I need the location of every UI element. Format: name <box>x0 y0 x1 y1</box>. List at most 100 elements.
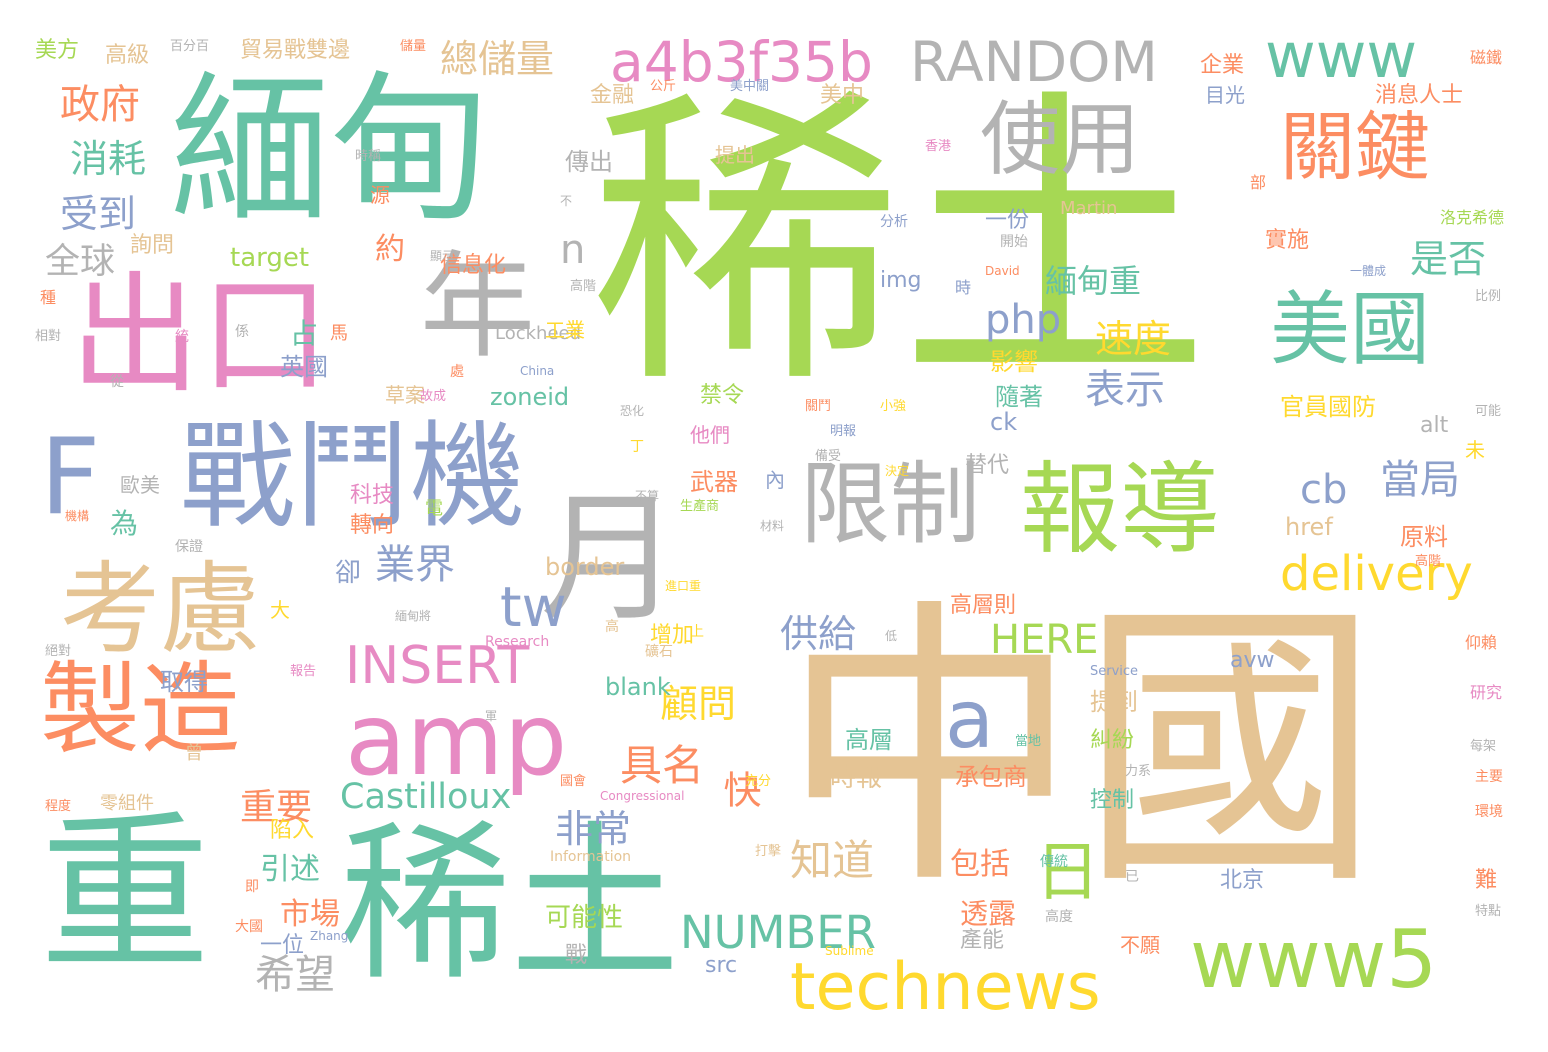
word: 速度 <box>1095 317 1172 361</box>
word: 美中 <box>820 83 865 108</box>
word: 國會 <box>560 774 587 789</box>
word: 時 <box>955 278 972 297</box>
word: 備受 <box>815 449 842 464</box>
word: 顧問 <box>660 682 737 726</box>
word: 糾紛 <box>1090 728 1135 753</box>
word: 報導 <box>1020 451 1220 568</box>
word: 部 <box>1250 173 1267 192</box>
word: 原料 <box>1400 523 1448 551</box>
word: 當局 <box>1380 457 1460 503</box>
word: 英國 <box>280 353 328 381</box>
word: 恐化 <box>620 404 645 418</box>
word: target <box>230 243 310 273</box>
word: 傳出 <box>565 148 613 176</box>
word: 種 <box>40 288 57 307</box>
word: 占 <box>290 317 319 350</box>
word: 小強 <box>880 399 907 414</box>
word: 提到 <box>1090 688 1138 716</box>
word: 卻 <box>335 558 362 588</box>
word: 透露 <box>960 897 1017 930</box>
word: Research <box>485 634 550 650</box>
word: 相對 <box>35 329 62 344</box>
word: 知道 <box>790 836 875 885</box>
word: 保證 <box>175 539 203 555</box>
word: 關鍵 <box>1280 103 1431 191</box>
word: 禁令 <box>700 383 745 408</box>
word: 約 <box>375 232 405 267</box>
word: 陷入 <box>270 818 315 843</box>
word: 材料 <box>760 519 785 533</box>
word: 業界 <box>375 542 455 588</box>
word: 緬甸將 <box>395 609 432 623</box>
word: 當地 <box>1015 734 1042 749</box>
word: 日 <box>1035 835 1101 910</box>
word: 程度 <box>45 799 72 814</box>
word: 仰賴 <box>1465 633 1498 652</box>
word: 源 <box>370 183 390 207</box>
word: 高級 <box>105 43 150 68</box>
word: alt <box>1420 413 1449 438</box>
word: 不算 <box>635 489 660 503</box>
word: 貿易戰雙邊 <box>240 38 351 63</box>
word: 北京 <box>1220 868 1265 893</box>
word: 製造 <box>40 651 240 768</box>
word: 市場 <box>280 897 340 932</box>
word: 比例 <box>1475 289 1502 304</box>
word: www <box>1265 19 1418 92</box>
word: 曾 <box>185 743 203 764</box>
word: 消息人士 <box>1375 83 1464 108</box>
word: 未 <box>1465 438 1485 462</box>
word: 實施 <box>1265 228 1310 253</box>
word: 開始 <box>1000 234 1028 250</box>
word: technews <box>790 950 1101 1025</box>
word: 重 <box>40 796 211 994</box>
word: 是否 <box>1410 237 1487 281</box>
word: 隨著 <box>995 383 1043 411</box>
word: 報告 <box>290 664 317 679</box>
word: 官員國防 <box>1280 393 1376 421</box>
word: 武器 <box>690 468 738 496</box>
word: 消耗 <box>70 137 147 181</box>
word: 不願 <box>1120 933 1160 957</box>
word: 已 <box>1125 869 1139 885</box>
word: 充分 <box>745 774 772 789</box>
word: 包括 <box>950 847 1010 882</box>
word: n <box>560 227 586 273</box>
word: 工業 <box>545 318 585 342</box>
word: 打擊 <box>755 844 782 859</box>
word: 力系 <box>1125 764 1152 779</box>
word: 上 <box>690 624 704 640</box>
word: 軍 <box>485 709 498 723</box>
word: img <box>880 268 922 293</box>
word: 磁鐵 <box>1470 48 1503 67</box>
word: 供給 <box>780 612 857 656</box>
word: 引述 <box>260 852 320 887</box>
word: 傳統 <box>1040 854 1068 870</box>
word: 為 <box>110 507 139 540</box>
word: 每架 <box>1470 739 1497 754</box>
word: 具名 <box>620 741 705 790</box>
word: php <box>985 297 1062 343</box>
word: 詢問 <box>130 233 175 258</box>
word: blank <box>605 673 671 701</box>
word: 緬甸 <box>170 56 491 243</box>
word: zoneid <box>490 383 570 411</box>
word: 高階 <box>570 279 597 294</box>
word: href <box>1285 513 1333 541</box>
word: border <box>545 553 625 581</box>
word: www5 <box>1190 913 1438 1006</box>
word: 統 <box>175 329 189 345</box>
word: 草案 <box>385 383 425 407</box>
word: Zhang <box>310 929 349 943</box>
word: 全球 <box>45 242 116 282</box>
word: cb <box>1300 467 1348 513</box>
word: 科技 <box>350 483 395 508</box>
word: 難 <box>1475 868 1498 893</box>
word: 使用 <box>980 93 1140 186</box>
word: 可能性 <box>545 903 624 933</box>
word: 轉向 <box>350 513 395 538</box>
word: Congressional <box>600 789 685 803</box>
word: 內 <box>765 468 785 492</box>
word: 處 <box>450 364 464 380</box>
word: 儲量 <box>400 39 427 54</box>
